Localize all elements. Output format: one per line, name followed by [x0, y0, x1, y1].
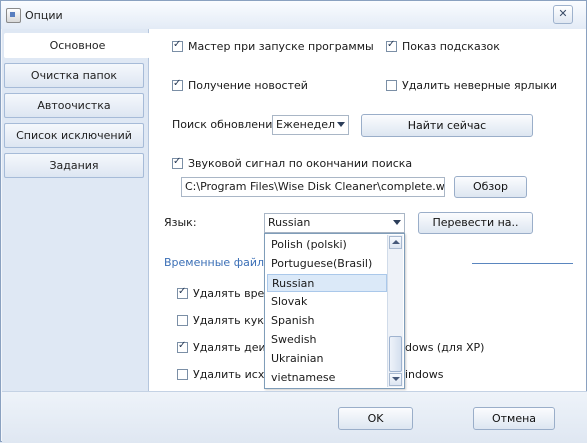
- close-button[interactable]: ✕: [553, 5, 573, 24]
- language-option[interactable]: Swedish: [267, 331, 387, 349]
- wizard-on-start-label: Мастер при запуске программы: [188, 40, 374, 53]
- ok-button[interactable]: OK: [338, 407, 413, 430]
- scroll-down-icon[interactable]: [389, 373, 402, 386]
- language-option[interactable]: Slovak: [267, 293, 387, 311]
- wizard-on-start-checkbox[interactable]: [172, 39, 183, 52]
- scroll-up-icon[interactable]: [389, 236, 402, 249]
- temp-item-3-label: Удалять деин: [193, 341, 273, 354]
- temp-item-1-checkbox[interactable]: [177, 286, 188, 299]
- language-option[interactable]: Spanish: [267, 312, 387, 330]
- dropdown-scrollbar[interactable]: [387, 235, 403, 387]
- language-option[interactable]: Portuguese(Brasil): [267, 255, 387, 273]
- temp-item-2-label: Удалять куки: [193, 314, 272, 327]
- delete-bad-shortcuts-label: Удалить неверные ярлыки: [402, 79, 558, 92]
- get-news-label: Получение новостей: [188, 79, 308, 92]
- delete-bad-shortcuts-checkbox[interactable]: [386, 80, 397, 91]
- show-tips-checkbox[interactable]: [386, 39, 397, 52]
- browse-button[interactable]: Обзор: [454, 176, 527, 198]
- translate-button[interactable]: Перевести на..: [418, 212, 533, 234]
- sidebar-item-tasks[interactable]: Задания: [4, 153, 144, 178]
- language-option-selected[interactable]: Russian: [267, 274, 387, 292]
- temp-item-4-suffix: indows: [405, 368, 444, 381]
- section-divider: [472, 263, 573, 264]
- language-option[interactable]: vietnamese: [267, 369, 387, 387]
- language-dropdown-list: Polish (polski) Portuguese(Brasil) Russi…: [264, 233, 405, 389]
- find-now-button[interactable]: Найти сейчас: [361, 114, 533, 137]
- sidebar-item-folder-cleanup[interactable]: Очистка папок: [4, 63, 144, 88]
- sidebar-item-general[interactable]: Основное: [4, 33, 150, 58]
- options-window: Опции ✕ Основное Очистка папок Автоочист…: [0, 0, 587, 443]
- scroll-thumb[interactable]: [389, 336, 402, 372]
- chevron-down-icon: [337, 122, 345, 127]
- update-frequency-value: Еженедел: [276, 118, 335, 131]
- window-title: Опции: [25, 9, 63, 22]
- get-news-checkbox[interactable]: [172, 78, 183, 91]
- temp-item-4-label: Удалить исхо: [193, 368, 272, 381]
- sound-signal-checkbox[interactable]: [172, 156, 183, 169]
- temp-item-3-checkbox[interactable]: [177, 340, 188, 353]
- temp-item-1-label: Удалять врем: [193, 287, 273, 300]
- update-frequency-select[interactable]: Еженедел: [272, 115, 349, 135]
- update-check-label: Поиск обновлений: [172, 118, 280, 131]
- language-select[interactable]: Russian: [264, 213, 405, 233]
- close-icon: ✕: [558, 7, 568, 20]
- sidebar-item-auto-cleanup[interactable]: Автоочистка: [4, 93, 144, 118]
- temp-item-2-checkbox[interactable]: [177, 315, 188, 326]
- show-tips-label: Показ подсказок: [402, 40, 500, 53]
- language-selected-value: Russian: [268, 216, 311, 229]
- temp-files-header: Временные файлы I: [164, 256, 280, 269]
- cancel-button[interactable]: Отмена: [473, 407, 555, 430]
- sidebar: Основное Очистка папок Автоочистка Списо…: [2, 29, 150, 391]
- sidebar-item-exclusions[interactable]: Список исключений: [4, 123, 144, 148]
- app-icon: [6, 8, 21, 23]
- dialog-footer: OK Отмена: [2, 391, 587, 443]
- language-option[interactable]: Polish (polski): [267, 236, 387, 254]
- title-bar: Опции ✕: [1, 1, 586, 29]
- language-option[interactable]: Ukrainian: [267, 350, 387, 368]
- temp-item-4-checkbox[interactable]: [177, 369, 188, 380]
- sound-path-input[interactable]: C:\Program Files\Wise Disk Cleaner\compl…: [181, 177, 445, 197]
- chevron-down-icon: [393, 220, 401, 225]
- temp-item-3-suffix: dows (для XP): [405, 341, 485, 354]
- language-label: Язык:: [164, 216, 197, 229]
- sound-signal-label: Звуковой сигнал по окончании поиска: [188, 157, 413, 170]
